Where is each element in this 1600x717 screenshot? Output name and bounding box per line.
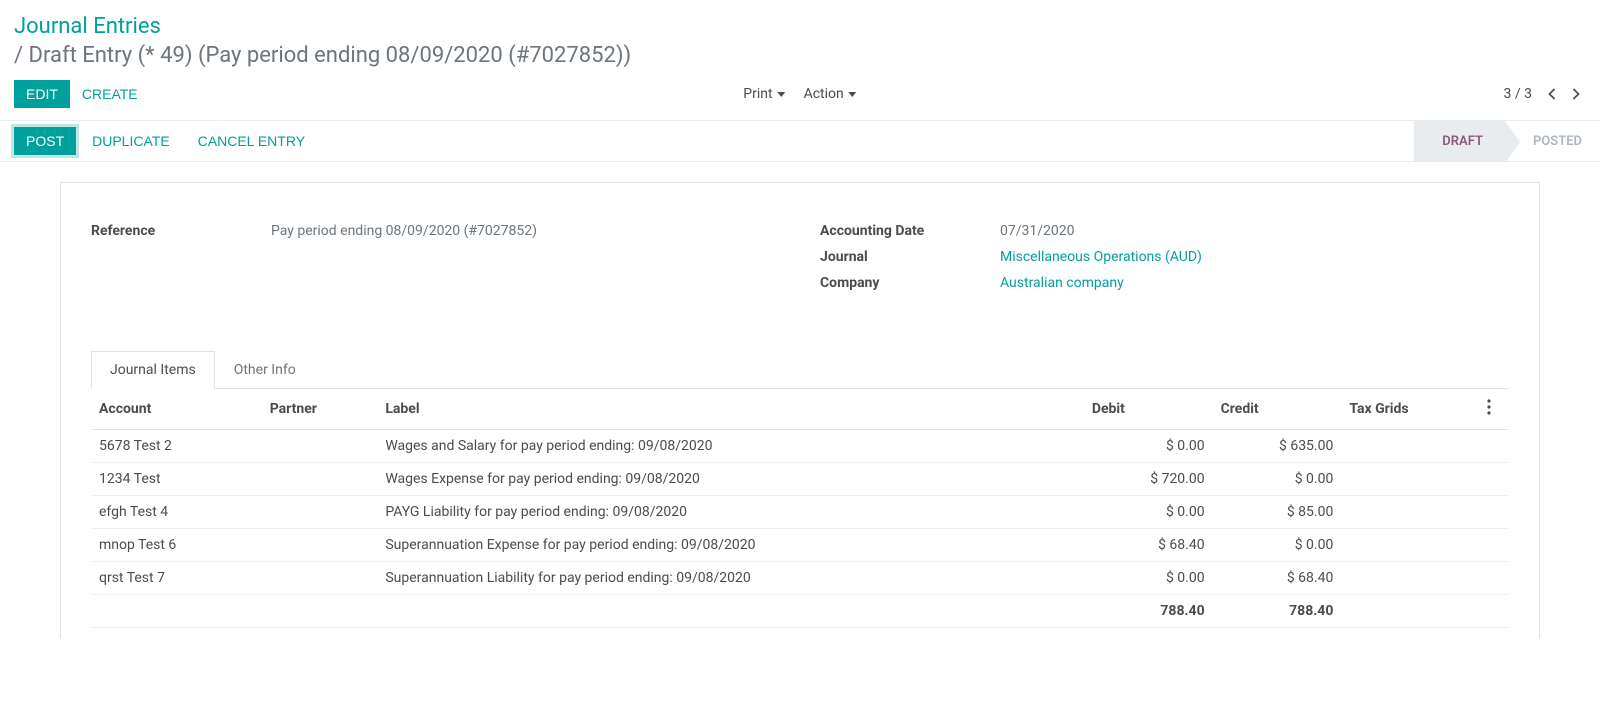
th-debit[interactable]: Debit — [1084, 389, 1213, 430]
total-credit: 788.40 — [1213, 595, 1342, 628]
breadcrumb-current: / Draft Entry (* 49) (Pay period ending … — [14, 39, 1586, 68]
kebab-icon — [1487, 399, 1491, 415]
pager-counter[interactable]: 3 / 3 — [1504, 86, 1532, 102]
cell-label: Superannuation Liability for pay period … — [377, 562, 1084, 595]
cell-credit: $ 0.00 — [1213, 529, 1342, 562]
accounting-date-value: 07/31/2020 — [1000, 223, 1509, 239]
form-sheet: Reference Pay period ending 08/09/2020 (… — [60, 182, 1540, 638]
cell-label: Wages and Salary for pay period ending: … — [377, 430, 1084, 463]
cell-partner — [262, 562, 378, 595]
cell-label: Wages Expense for pay period ending: 09/… — [377, 463, 1084, 496]
create-button[interactable]: Create — [70, 80, 150, 108]
status-bar: Post Duplicate Cancel Entry Draft Posted — [0, 120, 1600, 162]
tabs: Journal Items Other Info — [91, 351, 1509, 389]
cell-tax — [1341, 496, 1479, 529]
company-value[interactable]: Australian company — [1000, 275, 1509, 291]
cell-label: Superannuation Expense for pay period en… — [377, 529, 1084, 562]
control-panel: Edit Create Print Action 3 / 3 — [0, 72, 1600, 120]
cell-credit: $ 85.00 — [1213, 496, 1342, 529]
table-row[interactable]: mnop Test 6 Superannuation Expense for pa… — [91, 529, 1509, 562]
table-row[interactable]: 5678 Test 2 Wages and Salary for pay peri… — [91, 430, 1509, 463]
cell-partner — [262, 463, 378, 496]
table-row[interactable]: efgh Test 4 PAYG Liability for pay period… — [91, 496, 1509, 529]
cell-partner — [262, 529, 378, 562]
cell-account: mnop Test 6 — [91, 529, 262, 562]
cell-tax — [1341, 529, 1479, 562]
cell-partner — [262, 430, 378, 463]
cancel-entry-button[interactable]: Cancel Entry — [186, 127, 317, 155]
total-debit: 788.40 — [1084, 595, 1213, 628]
cell-account: efgh Test 4 — [91, 496, 262, 529]
th-options[interactable] — [1479, 389, 1509, 430]
cell-debit: $ 68.40 — [1084, 529, 1213, 562]
cell-account: 5678 Test 2 — [91, 430, 262, 463]
cell-credit: $ 635.00 — [1213, 430, 1342, 463]
print-label: Print — [743, 86, 772, 102]
info-grid: Reference Pay period ending 08/09/2020 (… — [91, 223, 1509, 301]
duplicate-button[interactable]: Duplicate — [80, 127, 182, 155]
breadcrumb-root[interactable]: Journal Entries — [14, 14, 1586, 39]
status-steps: Draft Posted — [1414, 121, 1600, 161]
cell-debit: $ 0.00 — [1084, 562, 1213, 595]
th-partner[interactable]: Partner — [262, 389, 378, 430]
post-button[interactable]: Post — [14, 127, 76, 155]
company-label: Company — [820, 275, 1000, 291]
th-tax-grids[interactable]: Tax Grids — [1341, 389, 1479, 430]
status-draft[interactable]: Draft — [1414, 121, 1505, 161]
th-credit[interactable]: Credit — [1213, 389, 1342, 430]
journal-label: Journal — [820, 249, 1000, 265]
cell-tax — [1341, 430, 1479, 463]
chevron-down-icon — [849, 92, 857, 97]
cell-tax — [1341, 463, 1479, 496]
cell-tax — [1341, 562, 1479, 595]
cell-credit: $ 0.00 — [1213, 463, 1342, 496]
cell-debit: $ 720.00 — [1084, 463, 1213, 496]
pager: 3 / 3 — [1504, 84, 1586, 104]
chevron-down-icon — [778, 92, 786, 97]
cell-partner — [262, 496, 378, 529]
cell-account: qrst Test 7 — [91, 562, 262, 595]
cell-credit: $ 68.40 — [1213, 562, 1342, 595]
reference-value: Pay period ending 08/09/2020 (#7027852) — [271, 223, 780, 239]
chevron-right-icon[interactable] — [1566, 84, 1586, 104]
action-label: Action — [804, 86, 844, 102]
cell-label: PAYG Liability for pay period ending: 09… — [377, 496, 1084, 529]
action-menu-group: Print Action — [743, 86, 856, 102]
chevron-left-icon[interactable] — [1542, 84, 1562, 104]
cell-debit: $ 0.00 — [1084, 496, 1213, 529]
th-account[interactable]: Account — [91, 389, 262, 430]
cell-debit: $ 0.00 — [1084, 430, 1213, 463]
breadcrumb: Journal Entries / Draft Entry (* 49) (Pa… — [0, 0, 1600, 72]
tab-other-info[interactable]: Other Info — [215, 351, 315, 389]
journal-value[interactable]: Miscellaneous Operations (AUD) — [1000, 249, 1509, 265]
tab-journal-items[interactable]: Journal Items — [91, 351, 215, 389]
edit-button[interactable]: Edit — [14, 80, 70, 108]
reference-label: Reference — [91, 223, 271, 239]
table-row[interactable]: qrst Test 7 Superannuation Liability for … — [91, 562, 1509, 595]
action-dropdown[interactable]: Action — [804, 86, 857, 102]
accounting-date-label: Accounting Date — [820, 223, 1000, 239]
journal-items-table: Account Partner Label Debit Credit Tax G… — [91, 389, 1509, 628]
cell-account: 1234 Test — [91, 463, 262, 496]
table-row[interactable]: 1234 Test Wages Expense for pay period en… — [91, 463, 1509, 496]
th-label[interactable]: Label — [377, 389, 1084, 430]
print-dropdown[interactable]: Print — [743, 86, 785, 102]
